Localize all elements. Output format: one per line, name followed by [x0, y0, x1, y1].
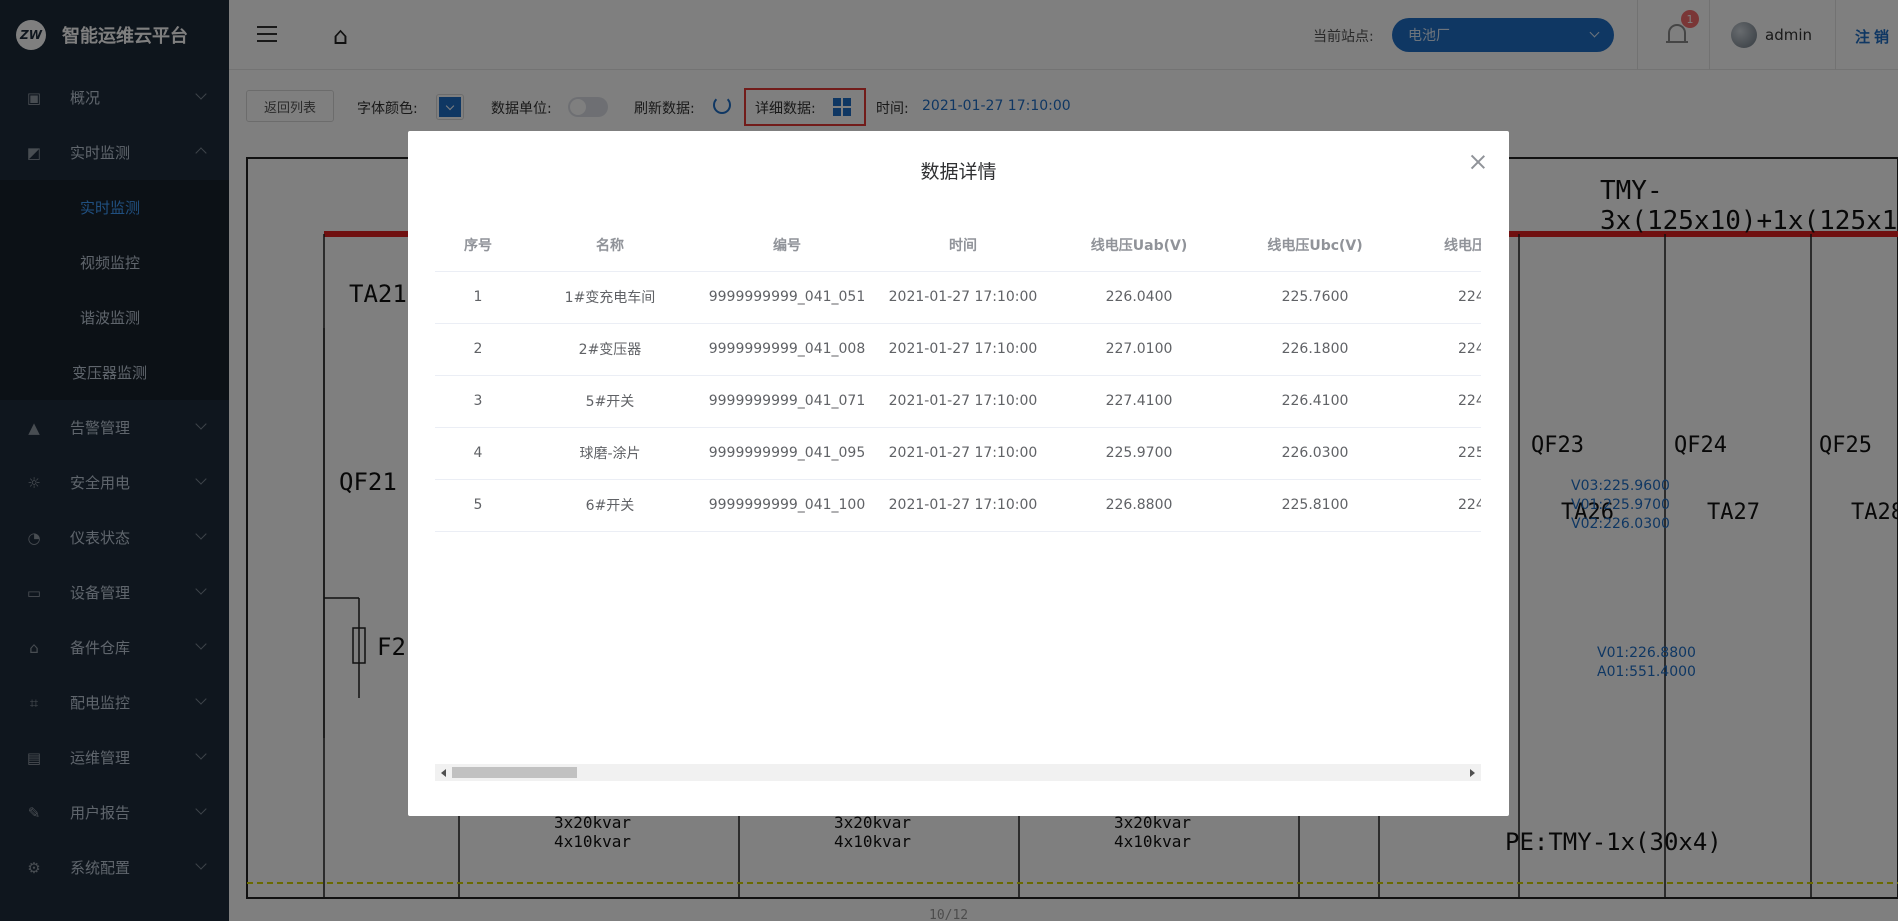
table-cell: 2021-01-27 17:10:00 [875, 375, 1051, 428]
column-header[interactable]: 线电压Uab(V) [1051, 219, 1227, 272]
table-header-row: 序号 名称 编号 时间 线电压Uab(V) 线电压Ubc(V) 线电压Uca(V… [435, 219, 1481, 272]
data-detail-dialog: 数据详情 序号 名称 编号 时间 线电压Uab(V) 线电压Ubc(V) 线电压… [408, 131, 1509, 816]
table-cell: 4 [435, 427, 521, 480]
table-cell: 3 [435, 375, 521, 428]
table-cell: 1 [435, 271, 521, 324]
table-cell: 1#变充电车间 [521, 271, 699, 324]
table-cell: 2021-01-27 17:10:00 [875, 323, 1051, 376]
table-row[interactable]: 5 6#开关 9999999999_041_100 2021-01-27 17:… [435, 479, 1481, 532]
table-cell: 226.0300 [1227, 427, 1403, 480]
table-cell: 224 [1403, 271, 1481, 324]
table-cell: 226.8800 [1051, 479, 1227, 532]
column-header[interactable]: 线电压Uca(V) [1403, 219, 1481, 272]
table-cell: 5#开关 [521, 375, 699, 428]
table-cell: 226.1800 [1227, 323, 1403, 376]
table-cell: 6#开关 [521, 479, 699, 532]
column-header[interactable]: 线电压Ubc(V) [1227, 219, 1403, 272]
scrollbar-thumb[interactable] [452, 767, 577, 778]
table-cell: 226.4100 [1227, 375, 1403, 428]
table-cell: 225 [1403, 427, 1481, 480]
table-cell: 226.0400 [1051, 271, 1227, 324]
column-header[interactable]: 名称 [521, 219, 699, 272]
scroll-left-icon[interactable] [441, 769, 446, 777]
table-cell: 225.7600 [1227, 271, 1403, 324]
close-icon[interactable] [1469, 153, 1487, 171]
dialog-title: 数据详情 [920, 161, 997, 183]
scroll-right-icon[interactable] [1470, 769, 1475, 777]
detail-table-container: 序号 名称 编号 时间 线电压Uab(V) 线电压Ubc(V) 线电压Uca(V… [435, 219, 1481, 664]
column-header[interactable]: 编号 [699, 219, 875, 272]
table-cell: 224 [1403, 375, 1481, 428]
horizontal-scrollbar[interactable] [435, 764, 1481, 781]
column-header[interactable]: 时间 [875, 219, 1051, 272]
table-row[interactable]: 3 5#开关 9999999999_041_071 2021-01-27 17:… [435, 375, 1481, 428]
table-row[interactable]: 4 球磨-涂片 9999999999_041_095 2021-01-27 17… [435, 427, 1481, 480]
table-cell: 2 [435, 323, 521, 376]
table-cell: 2021-01-27 17:10:00 [875, 271, 1051, 324]
column-header[interactable]: 序号 [435, 219, 521, 272]
table-cell: 224 [1403, 323, 1481, 376]
table-cell: 9999999999_041_100 [699, 479, 875, 532]
table-cell: 9999999999_041_071 [699, 375, 875, 428]
table-cell: 225.8100 [1227, 479, 1403, 532]
table-cell: 2021-01-27 17:10:00 [875, 427, 1051, 480]
table-cell: 227.0100 [1051, 323, 1227, 376]
table-cell: 224 [1403, 479, 1481, 532]
table-cell: 球磨-涂片 [521, 427, 699, 480]
table-row[interactable]: 2 2#变压器 9999999999_041_008 2021-01-27 17… [435, 323, 1481, 376]
table-cell: 227.4100 [1051, 375, 1227, 428]
table-cell: 5 [435, 479, 521, 532]
detail-table: 序号 名称 编号 时间 线电压Uab(V) 线电压Ubc(V) 线电压Uca(V… [435, 219, 1481, 532]
table-cell: 2021-01-27 17:10:00 [875, 479, 1051, 532]
table-cell: 2#变压器 [521, 323, 699, 376]
table-cell: 9999999999_041_051 [699, 271, 875, 324]
table-cell: 225.9700 [1051, 427, 1227, 480]
table-cell: 9999999999_041_008 [699, 323, 875, 376]
table-row[interactable]: 1 1#变充电车间 9999999999_041_051 2021-01-27 … [435, 271, 1481, 324]
table-cell: 9999999999_041_095 [699, 427, 875, 480]
